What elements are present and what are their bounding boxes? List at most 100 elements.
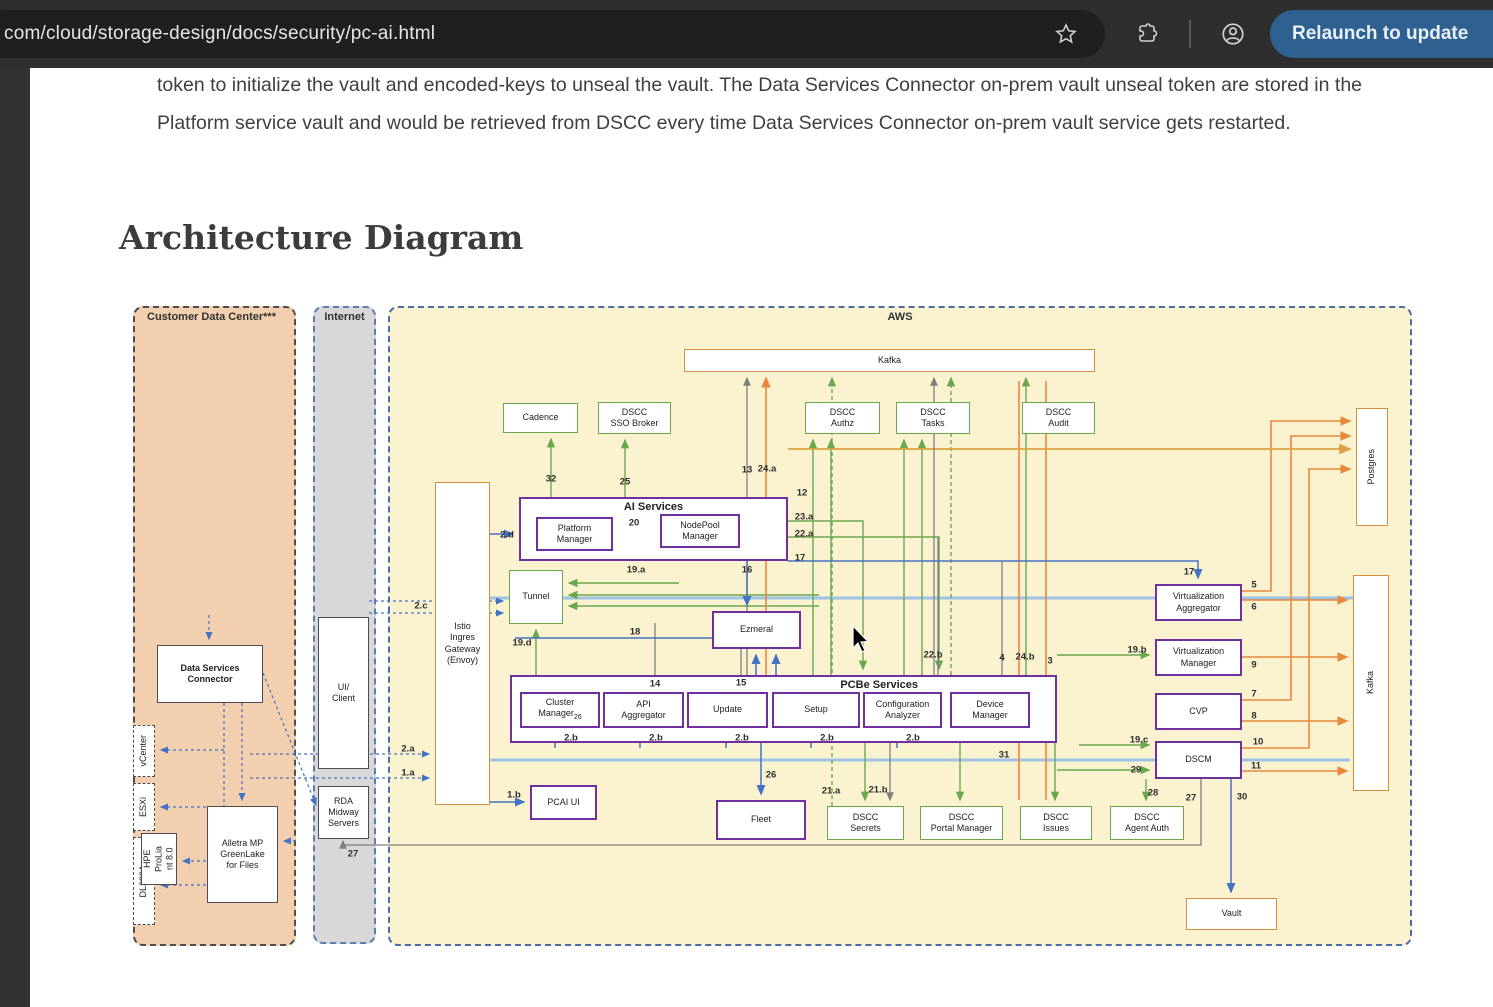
node-vcenter: vCenter — [133, 725, 155, 777]
edge-label-11: 11 — [1251, 761, 1261, 772]
node-dscc-issues: DSCC Issues — [1020, 806, 1092, 840]
node-label-cluster-manager: Cluster Manager26 — [538, 697, 581, 723]
edge-label-13: 13 — [742, 465, 753, 476]
edge-label-25: 25 — [620, 477, 631, 488]
node-label-pcai-ui: PCAI UI — [547, 797, 580, 808]
edge-label-27: 27 — [348, 849, 359, 860]
edge-label-26: 26 — [766, 770, 777, 781]
node-label-dscc-audit: DSCC Audit — [1046, 407, 1072, 430]
extensions-puzzle-icon[interactable] — [1125, 12, 1169, 56]
node-label-setup: Setup — [804, 704, 828, 715]
edge-label-6: 6 — [1251, 602, 1256, 613]
node-label-cvp: CVP — [1189, 706, 1208, 717]
edge-label-28: 28 — [1148, 788, 1159, 799]
edge-label-10: 10 — [1253, 737, 1264, 748]
node-fleet: Fleet — [716, 800, 806, 840]
bookmark-star-icon[interactable] — [1044, 12, 1088, 56]
architecture-diagram: Service MeshCCS Platform VPCAWSInternetC… — [119, 293, 1412, 955]
node-label-data-services-connector: Data Services Connector — [180, 663, 239, 686]
node-pcai-ui: PCAI UI — [530, 785, 597, 820]
url-text[interactable]: com/cloud/storage-design/docs/security/p… — [4, 23, 1105, 45]
node-label-ai-services: AI Services — [521, 501, 786, 515]
edge-label-22.a: 22.a — [795, 529, 814, 540]
edge-label-27: 27 — [1186, 793, 1197, 804]
node-device-manager: Device Manager — [950, 692, 1030, 728]
node-label-vcenter: vCenter — [138, 735, 149, 767]
edge-label-22.b: 22.b — [923, 650, 942, 661]
edge-label-16: 16 — [742, 565, 753, 576]
node-label-virtualization-aggregator: Virtualization Aggregator — [1173, 591, 1224, 614]
edge-label-32: 32 — [546, 474, 557, 485]
node-istio-gateway: Istio Ingres Gateway (Envoy) — [435, 482, 490, 805]
node-cadence: Cadence — [503, 403, 578, 433]
edge-label-24.a: 24.a — [758, 464, 777, 475]
address-bar[interactable]: com/cloud/storage-design/docs/security/p… — [0, 10, 1105, 58]
edge-label-2.a: 2.a — [401, 744, 414, 755]
node-label-dscc-portal-manager: DSCC Portal Manager — [931, 812, 993, 835]
node-alletra-mp: Alletra MP GreenLake for Files — [207, 806, 278, 903]
edge-label-2.b: 2.b — [649, 733, 663, 744]
edge-label-17: 17 — [795, 553, 806, 564]
edge-label-19.a: 19.a — [627, 565, 646, 576]
edge-label-23.a: 23.a — [795, 512, 814, 523]
node-label-postgres: Postgres — [1366, 449, 1377, 485]
edge-label-1.a: 1.a — [401, 768, 414, 779]
edge-label-1.b: 1.b — [507, 790, 521, 801]
node-label-istio-gateway: Istio Ingres Gateway (Envoy) — [445, 621, 481, 666]
node-dscc-secrets: DSCC Secrets — [827, 806, 904, 840]
node-label-dscc-tasks: DSCC Tasks — [920, 407, 946, 430]
node-label-dscc-secrets: DSCC Secrets — [850, 812, 881, 835]
edge-label-20: 20 — [629, 518, 640, 529]
node-dscc-portal-manager: DSCC Portal Manager — [920, 806, 1003, 840]
node-virtualization-manager: Virtualization Manager — [1155, 639, 1242, 676]
edge-label-14: 14 — [650, 679, 661, 690]
profile-icon[interactable] — [1211, 12, 1255, 56]
relaunch-to-update-button[interactable]: Relaunch to update — [1270, 10, 1493, 58]
edge-label-8: 8 — [1251, 711, 1256, 722]
node-tunnel: Tunnel — [509, 570, 563, 624]
node-dscc-tasks: DSCC Tasks — [896, 402, 970, 434]
node-label-rda-midway: RDA Midway Servers — [328, 796, 359, 830]
browser-toolbar: com/cloud/storage-design/docs/security/p… — [0, 0, 1493, 68]
node-label-virtualization-manager: Virtualization Manager — [1173, 646, 1224, 669]
node-nodepool-manager: NodePool Manager — [660, 514, 740, 548]
window-left-edge — [0, 68, 30, 1007]
edge-label-19.b: 19.b — [1127, 645, 1146, 656]
node-label-fleet: Fleet — [751, 814, 771, 825]
node-label-platform-manager: Platform Manager — [557, 523, 593, 546]
edge-label-24.b: 24.b — [1015, 652, 1034, 663]
node-dscc-audit: DSCC Audit — [1022, 402, 1095, 434]
toolbar-separator — [1189, 20, 1191, 48]
node-label-configuration-analyzer: Configuration Analyzer — [876, 699, 930, 722]
node-label-ui-client: UI/ Client — [332, 682, 355, 705]
edge-label-15: 15 — [736, 678, 747, 689]
node-label-kafka-top: Kafka — [878, 355, 901, 366]
body-paragraph: token to initialize the vault and encode… — [157, 66, 1435, 142]
node-label-api-aggregator: API Aggregator — [621, 699, 666, 722]
edge-label-17: 17 — [1184, 567, 1195, 578]
node-dscc-sso-broker: DSCC SSO Broker — [598, 402, 671, 434]
node-data-services-connector: Data Services Connector — [157, 645, 263, 703]
node-kafka-right: Kafka — [1353, 575, 1389, 791]
node-virtualization-aggregator: Virtualization Aggregator — [1155, 584, 1242, 621]
edge-label-3: 3 — [1047, 656, 1052, 667]
node-platform-manager: Platform Manager — [536, 517, 613, 551]
node-setup: Setup — [772, 692, 860, 728]
node-update: Update — [687, 692, 768, 728]
edge-label-30: 30 — [1237, 792, 1248, 803]
mouse-cursor — [852, 625, 874, 655]
node-label-dscc-authz: DSCC Authz — [830, 407, 856, 430]
node-hpe-proliant: HPE ProLia nt 8.0 — [141, 833, 177, 885]
node-label-alletra-mp: Alletra MP GreenLake for Files — [220, 838, 265, 872]
node-label-dscc-agent-auth: DSCC Agent Auth — [1125, 812, 1169, 835]
edge-label-29: 29 — [1131, 765, 1142, 776]
node-esxi: ESXi — [133, 783, 155, 831]
node-api-aggregator: API Aggregator — [603, 692, 684, 728]
node-label-cadence: Cadence — [522, 412, 558, 423]
node-dscc-authz: DSCC Authz — [805, 402, 880, 434]
edge-label-2.c: 2.c — [414, 601, 427, 612]
node-configuration-analyzer: Configuration Analyzer — [863, 692, 942, 728]
node-dscm: DSCM — [1155, 741, 1242, 779]
node-label-ezmeral: Ezmeral — [740, 624, 773, 635]
node-label-dscc-issues: DSCC Issues — [1043, 812, 1069, 835]
